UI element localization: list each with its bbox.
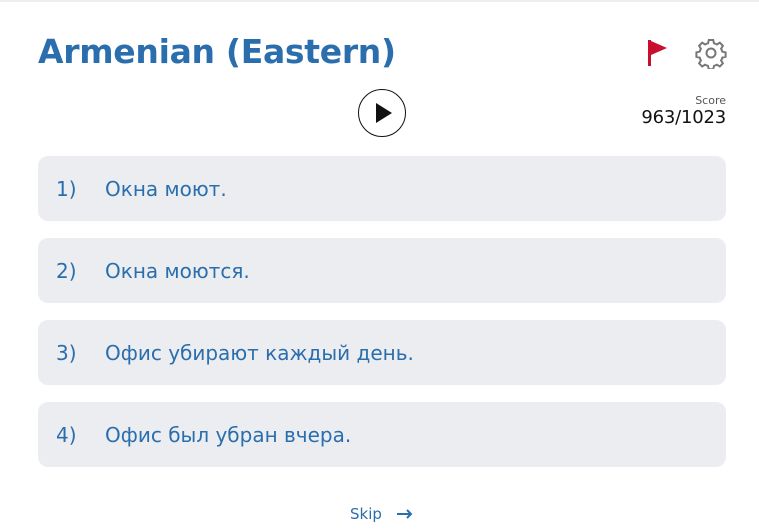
settings-button[interactable]: [695, 37, 727, 71]
flag-icon: [648, 40, 667, 66]
skip-label: Skip: [350, 505, 382, 523]
top-divider: [0, 0, 759, 2]
option-number: 3): [56, 340, 77, 365]
option-text: Офис убирают каждый день.: [105, 340, 414, 365]
option-text: Офис был убран вчера.: [105, 422, 352, 447]
answer-option-3[interactable]: 3) Офис убирают каждый день.: [38, 320, 726, 385]
play-audio-button[interactable]: [358, 89, 406, 137]
option-text: Окна моются.: [105, 258, 250, 283]
page-title: Armenian (Eastern): [38, 32, 396, 71]
gear-icon: [695, 39, 727, 71]
option-number: 2): [56, 258, 77, 283]
answer-option-1[interactable]: 1) Окна моют.: [38, 156, 726, 221]
arrow-right-icon: [396, 509, 413, 519]
option-number: 1): [56, 176, 77, 201]
skip-button[interactable]: Skip: [350, 505, 414, 523]
answer-option-2[interactable]: 2) Окна моются.: [38, 238, 726, 303]
option-number: 4): [56, 422, 77, 447]
play-icon: [376, 103, 392, 123]
answer-option-4[interactable]: 4) Офис был убран вчера.: [38, 402, 726, 467]
option-text: Окна моют.: [105, 176, 227, 201]
score-value: 963/1023: [641, 107, 726, 128]
score-label: Score: [695, 94, 726, 107]
answer-options: 1) Окна моют. 2) Окна моются. 3) Офис уб…: [38, 156, 726, 484]
report-flag-button[interactable]: [645, 38, 671, 68]
